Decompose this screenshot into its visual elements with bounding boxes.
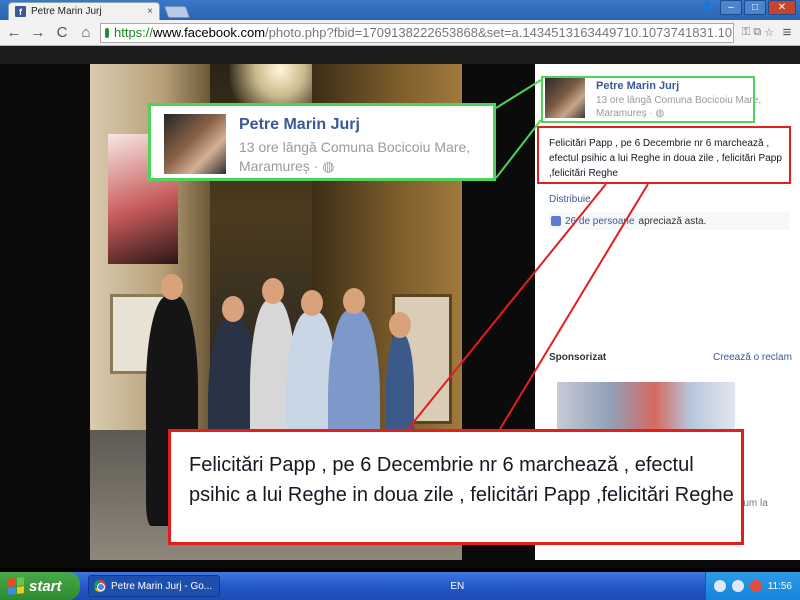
callout-author: Petre Marin Jurj bbox=[239, 116, 360, 133]
chrome-icon bbox=[94, 580, 106, 592]
key-icon[interactable]: ⚿ bbox=[742, 26, 750, 39]
volume-icon[interactable] bbox=[731, 580, 744, 592]
close-window-button[interactable]: ✕ bbox=[768, 0, 796, 15]
viewer-top-bar bbox=[0, 46, 800, 64]
likes-count-link[interactable]: 26 de persoane bbox=[565, 216, 635, 227]
url-scheme: https:// bbox=[114, 25, 154, 40]
taskbar-item-label: Petre Marin Jurj - Go... bbox=[111, 580, 213, 592]
facebook-favicon-icon: f bbox=[15, 6, 26, 17]
browser-tab[interactable]: f Petre Marin Jurj × bbox=[8, 2, 160, 20]
url-path: /photo.php?fbid=1709138222653868&set=a.1… bbox=[265, 25, 733, 40]
reload-icon[interactable]: C bbox=[52, 23, 72, 43]
system-tray: 11:56 bbox=[704, 572, 800, 600]
windows-logo-icon bbox=[8, 577, 24, 595]
create-ad-link[interactable]: Creează o reclam bbox=[713, 352, 792, 363]
menu-icon[interactable]: ≡ bbox=[778, 24, 796, 41]
callout-text: Felicitări Papp , pe 6 Decembrie nr 6 ma… bbox=[189, 454, 734, 506]
tab-close-icon[interactable]: × bbox=[147, 6, 153, 17]
start-label: start bbox=[29, 577, 62, 595]
taskbar-chrome-window[interactable]: Petre Marin Jurj - Go... bbox=[88, 575, 220, 597]
browser-tab-strip: f Petre Marin Jurj × 👤 – □ ✕ bbox=[0, 0, 800, 20]
maximize-button[interactable]: □ bbox=[744, 0, 766, 15]
tab-title: Petre Marin Jurj bbox=[31, 6, 102, 17]
bookmark-star-icon[interactable]: ☆ bbox=[764, 26, 774, 39]
callout-avatar bbox=[164, 114, 226, 174]
security-icon[interactable] bbox=[749, 580, 762, 592]
sponsored-heading: Sponsorizat bbox=[549, 352, 607, 363]
text-highlight-box bbox=[537, 126, 791, 184]
home-icon[interactable]: ⌂ bbox=[76, 23, 96, 43]
header-highlight-box bbox=[541, 76, 755, 123]
author-callout: Petre Marin Jurj 13 ore lângă Comuna Boc… bbox=[148, 103, 496, 181]
text-callout: Felicitări Papp , pe 6 Decembrie nr 6 ma… bbox=[168, 429, 744, 545]
translate-icon[interactable]: ⧉ bbox=[753, 26, 761, 39]
share-link[interactable]: Distribuie bbox=[549, 194, 591, 205]
lock-icon bbox=[105, 27, 109, 38]
minimize-button[interactable]: – bbox=[720, 0, 742, 15]
browser-toolbar: ← → C ⌂ https://www.facebook.com/photo.p… bbox=[0, 20, 800, 46]
window-controls: 👤 – □ ✕ bbox=[696, 0, 796, 15]
address-bar[interactable]: https://www.facebook.com/photo.php?fbid=… bbox=[100, 22, 734, 43]
likes-tail: apreciază asta. bbox=[638, 215, 707, 227]
network-icon[interactable] bbox=[713, 580, 726, 592]
forward-icon[interactable]: → bbox=[28, 23, 48, 43]
clock: 11:56 bbox=[767, 580, 792, 592]
omnibox-icons: ⚿ ⧉ ☆ bbox=[742, 26, 774, 39]
taskbar: start Petre Marin Jurj - Go... EN 11:56 bbox=[0, 572, 800, 600]
back-icon[interactable]: ← bbox=[4, 23, 24, 43]
start-button[interactable]: start bbox=[0, 572, 80, 600]
user-icon[interactable]: 👤 bbox=[696, 0, 718, 15]
language-indicator[interactable]: EN bbox=[450, 581, 464, 592]
url-host: www.facebook.com bbox=[153, 25, 266, 40]
new-tab-button[interactable] bbox=[163, 6, 191, 18]
like-thumb-icon bbox=[551, 216, 561, 226]
callout-meta: 13 ore lângă Comuna Bocicoiu Mare, Maram… bbox=[239, 139, 471, 174]
likes-bar: 26 de persoane apreciază asta. bbox=[549, 212, 789, 230]
